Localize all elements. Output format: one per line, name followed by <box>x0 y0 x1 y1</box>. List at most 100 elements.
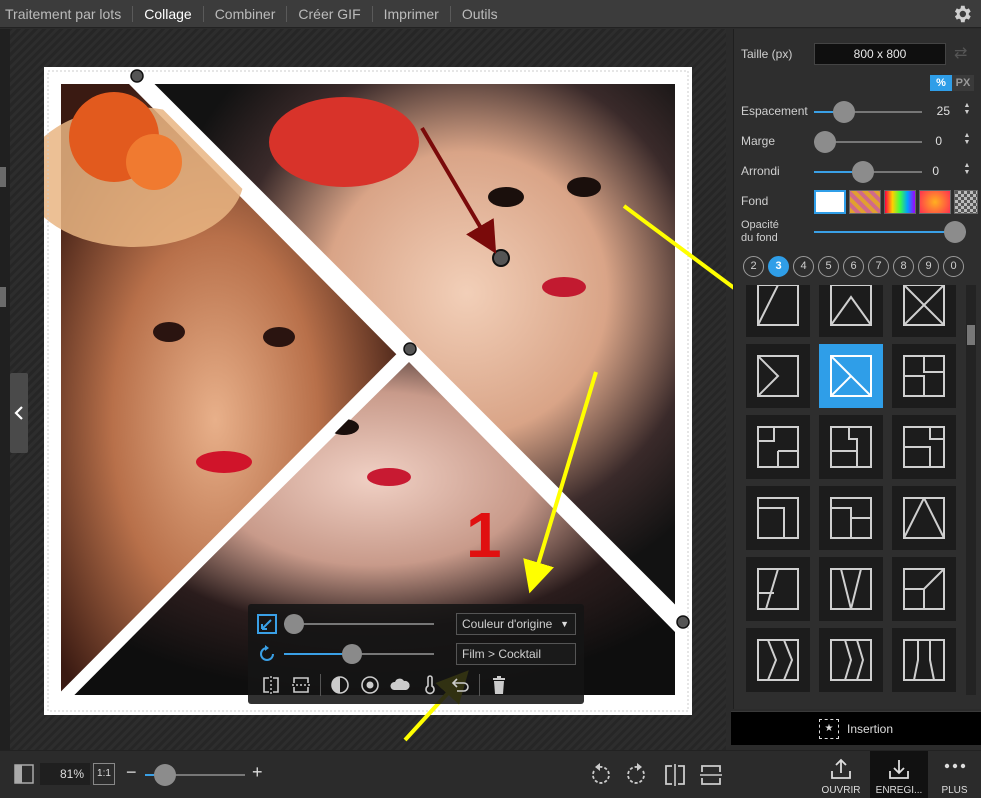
layout-tile[interactable] <box>746 628 810 692</box>
layout-tile[interactable] <box>819 557 883 621</box>
layout-tile[interactable] <box>746 486 810 550</box>
spinner-icon[interactable]: ▲ ▼ <box>962 102 972 116</box>
swap-icon[interactable]: ⇄ <box>954 43 976 65</box>
photo-count-2[interactable]: 2 <box>743 256 764 277</box>
save-button[interactable]: ENREGI... <box>870 751 928 798</box>
zoom-out-button[interactable]: − <box>126 762 137 783</box>
margin-label: Marge <box>741 134 776 148</box>
spinner-icon[interactable]: ▲ ▼ <box>962 132 972 146</box>
layout-tile[interactable] <box>892 628 956 692</box>
opacity-slider[interactable] <box>814 221 966 243</box>
arrow-to-center-handle <box>420 126 497 254</box>
zoom-slider[interactable] <box>145 764 245 786</box>
temperature-button[interactable] <box>415 672 445 698</box>
photo-count-selector: 234567890 <box>743 256 964 277</box>
zoom-actual-size-button[interactable]: 1:1 <box>93 763 115 785</box>
flip-horizontal-button[interactable] <box>256 672 286 698</box>
cloud-icon <box>390 678 410 690</box>
slider-knob[interactable] <box>154 764 176 786</box>
saturation-button[interactable] <box>385 672 415 698</box>
open-icon <box>831 758 851 779</box>
brightness-button[interactable] <box>355 672 385 698</box>
delete-button[interactable] <box>484 672 514 698</box>
bottom-bar: 81% 1:1 − + OUVRIR ENREGI... PLUS <box>0 750 981 798</box>
rounding-label: Arrondi <box>741 164 780 178</box>
background-swatch-transparent[interactable] <box>954 190 978 214</box>
flip-vertical-icon <box>292 677 310 693</box>
layout-scrollbar[interactable] <box>966 285 976 695</box>
rotate-left-icon[interactable] <box>587 762 613 788</box>
margin-slider[interactable] <box>814 131 922 153</box>
zoom-value[interactable]: 81% <box>40 763 90 785</box>
spacing-value[interactable]: 25 <box>920 104 950 118</box>
background-swatch-pattern[interactable] <box>849 190 881 214</box>
photo-count-5[interactable]: 5 <box>818 256 839 277</box>
color-filter-select[interactable]: Couleur d'origine ▼ <box>456 613 576 635</box>
layout-grid <box>746 285 964 703</box>
insert-button[interactable]: ★ Insertion <box>731 711 981 745</box>
zoom-photo-row: Couleur d'origine ▼ <box>248 610 584 638</box>
spacing-slider[interactable] <box>814 101 922 123</box>
layout-tile[interactable] <box>746 557 810 621</box>
layout-tile[interactable] <box>892 285 956 337</box>
slider-knob[interactable] <box>341 644 362 664</box>
flip-vertical-button[interactable] <box>286 672 316 698</box>
photo-count-9[interactable]: 9 <box>918 256 939 277</box>
zoom-in-button[interactable]: + <box>252 762 263 783</box>
undo-button[interactable] <box>445 672 475 698</box>
rounding-value[interactable]: 0 <box>909 164 939 178</box>
background-swatch-rainbow[interactable] <box>884 190 916 214</box>
layout-tile[interactable] <box>819 628 883 692</box>
layout-tile[interactable] <box>892 486 956 550</box>
photo-zoom-slider[interactable] <box>284 614 434 634</box>
flip-horizontal-icon <box>263 676 279 694</box>
photo-rotate-slider[interactable] <box>284 644 434 664</box>
open-button[interactable]: OUVRIR <box>812 751 870 798</box>
margin-value[interactable]: 0 <box>912 134 942 148</box>
size-input[interactable]: 800 x 800 <box>814 43 946 65</box>
layout-tile[interactable] <box>746 285 810 337</box>
background-swatch-gradient[interactable] <box>919 190 951 214</box>
slider-knob[interactable] <box>944 221 966 243</box>
photo-count-0[interactable]: 0 <box>943 256 964 277</box>
scrollbar-thumb[interactable] <box>967 325 975 345</box>
slider-knob[interactable] <box>851 161 874 183</box>
trash-icon <box>493 676 505 694</box>
photo-count-8[interactable]: 8 <box>893 256 914 277</box>
save-label: ENREGI... <box>875 785 923 796</box>
effect-value: Film > Cocktail <box>462 647 542 661</box>
rotate-right-icon[interactable] <box>624 762 650 788</box>
slider-knob[interactable] <box>814 131 836 153</box>
effect-field[interactable]: Film > Cocktail <box>456 643 576 665</box>
photo-edit-toolbar: Couleur d'origine ▼ Film > Cocktail <box>248 604 584 704</box>
temperature-icon <box>425 675 435 695</box>
layout-tile[interactable] <box>819 415 883 479</box>
slider-knob[interactable] <box>833 101 856 123</box>
unit-percent-toggle[interactable]: % <box>930 75 952 91</box>
layout-tile[interactable] <box>892 557 956 621</box>
layout-tile[interactable] <box>819 285 883 337</box>
slider-knob[interactable] <box>284 614 304 634</box>
flip-vertical-icon[interactable] <box>698 762 724 788</box>
layout-tile[interactable] <box>819 486 883 550</box>
panel-toggle-icon[interactable] <box>14 764 34 784</box>
rounding-slider[interactable] <box>814 161 922 183</box>
more-button[interactable]: PLUS <box>928 751 981 798</box>
photo-count-4[interactable]: 4 <box>793 256 814 277</box>
opacity-label: Opacité du fond <box>741 219 779 245</box>
layout-tile[interactable] <box>746 415 810 479</box>
undo-icon <box>451 678 469 692</box>
layout-tile[interactable] <box>746 344 810 408</box>
layout-tile[interactable] <box>892 344 956 408</box>
layout-tile[interactable] <box>819 344 883 408</box>
photo-count-6[interactable]: 6 <box>843 256 864 277</box>
photo-count-3[interactable]: 3 <box>768 256 789 277</box>
spinner-icon[interactable]: ▲ ▼ <box>962 162 972 176</box>
contrast-icon <box>331 676 349 694</box>
photo-count-7[interactable]: 7 <box>868 256 889 277</box>
background-swatch-white[interactable] <box>814 190 846 214</box>
layout-tile[interactable] <box>892 415 956 479</box>
flip-horizontal-icon[interactable] <box>662 762 688 788</box>
unit-px-toggle[interactable]: PX <box>952 75 974 91</box>
contrast-button[interactable] <box>325 672 355 698</box>
